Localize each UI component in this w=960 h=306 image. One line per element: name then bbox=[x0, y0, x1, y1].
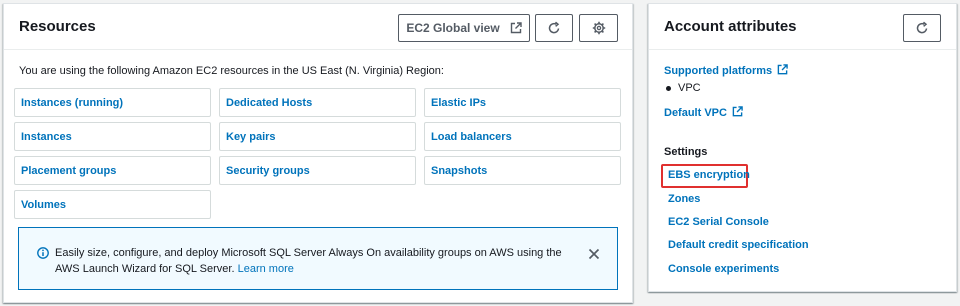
refresh-icon bbox=[547, 21, 561, 35]
external-link-icon bbox=[772, 64, 788, 78]
resources-panel: Resources EC2 Global view You are using … bbox=[3, 3, 633, 303]
info-icon bbox=[37, 246, 49, 264]
supported-platforms-label: Supported platforms bbox=[664, 65, 773, 77]
resource-instances-running[interactable]: Instances (running) bbox=[14, 88, 211, 117]
resource-load-balancers[interactable]: Load balancers bbox=[424, 122, 621, 151]
default-vpc-label: Default VPC bbox=[664, 107, 727, 119]
account-attributes-panel: Account attributes Supported platforms V… bbox=[648, 3, 957, 292]
external-link-icon bbox=[727, 106, 743, 120]
resources-header: Resources EC2 Global view bbox=[4, 4, 632, 50]
ebs-encryption-link[interactable]: EBS encryption bbox=[668, 169, 750, 181]
close-icon[interactable] bbox=[588, 247, 600, 265]
resource-elastic-ips[interactable]: Elastic IPs bbox=[424, 88, 621, 117]
info-alert: Easily size, configure, and deploy Micro… bbox=[18, 227, 618, 290]
resource-key-pairs[interactable]: Key pairs bbox=[219, 122, 416, 151]
ec2-global-view-button[interactable]: EC2 Global view bbox=[398, 14, 530, 42]
default-vpc-link[interactable]: Default VPC bbox=[664, 106, 743, 120]
resource-placement-groups[interactable]: Placement groups bbox=[14, 156, 211, 185]
platform-list-item: VPC bbox=[666, 82, 701, 94]
refresh-icon bbox=[915, 21, 929, 35]
resources-intro: You are using the following Amazon EC2 r… bbox=[19, 65, 444, 77]
resource-instances[interactable]: Instances bbox=[14, 122, 211, 151]
resource-security-groups[interactable]: Security groups bbox=[219, 156, 416, 185]
learn-more-link[interactable]: Learn more bbox=[238, 263, 294, 275]
account-title: Account attributes bbox=[664, 18, 797, 35]
external-link-icon bbox=[510, 22, 522, 34]
account-header: Account attributes bbox=[649, 4, 956, 50]
zones-link[interactable]: Zones bbox=[668, 193, 700, 205]
resource-dedicated-hosts[interactable]: Dedicated Hosts bbox=[219, 88, 416, 117]
console-experiments-link[interactable]: Console experiments bbox=[668, 263, 779, 275]
resources-refresh-button[interactable] bbox=[535, 14, 573, 42]
supported-platforms-link[interactable]: Supported platforms bbox=[664, 64, 788, 78]
info-message: Easily size, configure, and deploy Micro… bbox=[55, 245, 575, 277]
settings-heading: Settings bbox=[664, 146, 708, 158]
gear-icon bbox=[592, 21, 606, 35]
platform-value: VPC bbox=[678, 82, 701, 94]
account-refresh-button[interactable] bbox=[903, 14, 941, 42]
bullet-dot bbox=[666, 85, 671, 91]
resource-volumes[interactable]: Volumes bbox=[14, 190, 211, 219]
resource-snapshots[interactable]: Snapshots bbox=[424, 156, 621, 185]
ec2-serial-console-link[interactable]: EC2 Serial Console bbox=[668, 216, 769, 228]
resources-title: Resources bbox=[19, 18, 96, 35]
resources-settings-button[interactable] bbox=[579, 14, 618, 42]
info-text: Easily size, configure, and deploy Micro… bbox=[55, 247, 562, 275]
default-credit-specification-link[interactable]: Default credit specification bbox=[668, 239, 809, 251]
ec2-global-view-label: EC2 Global view bbox=[406, 21, 500, 35]
